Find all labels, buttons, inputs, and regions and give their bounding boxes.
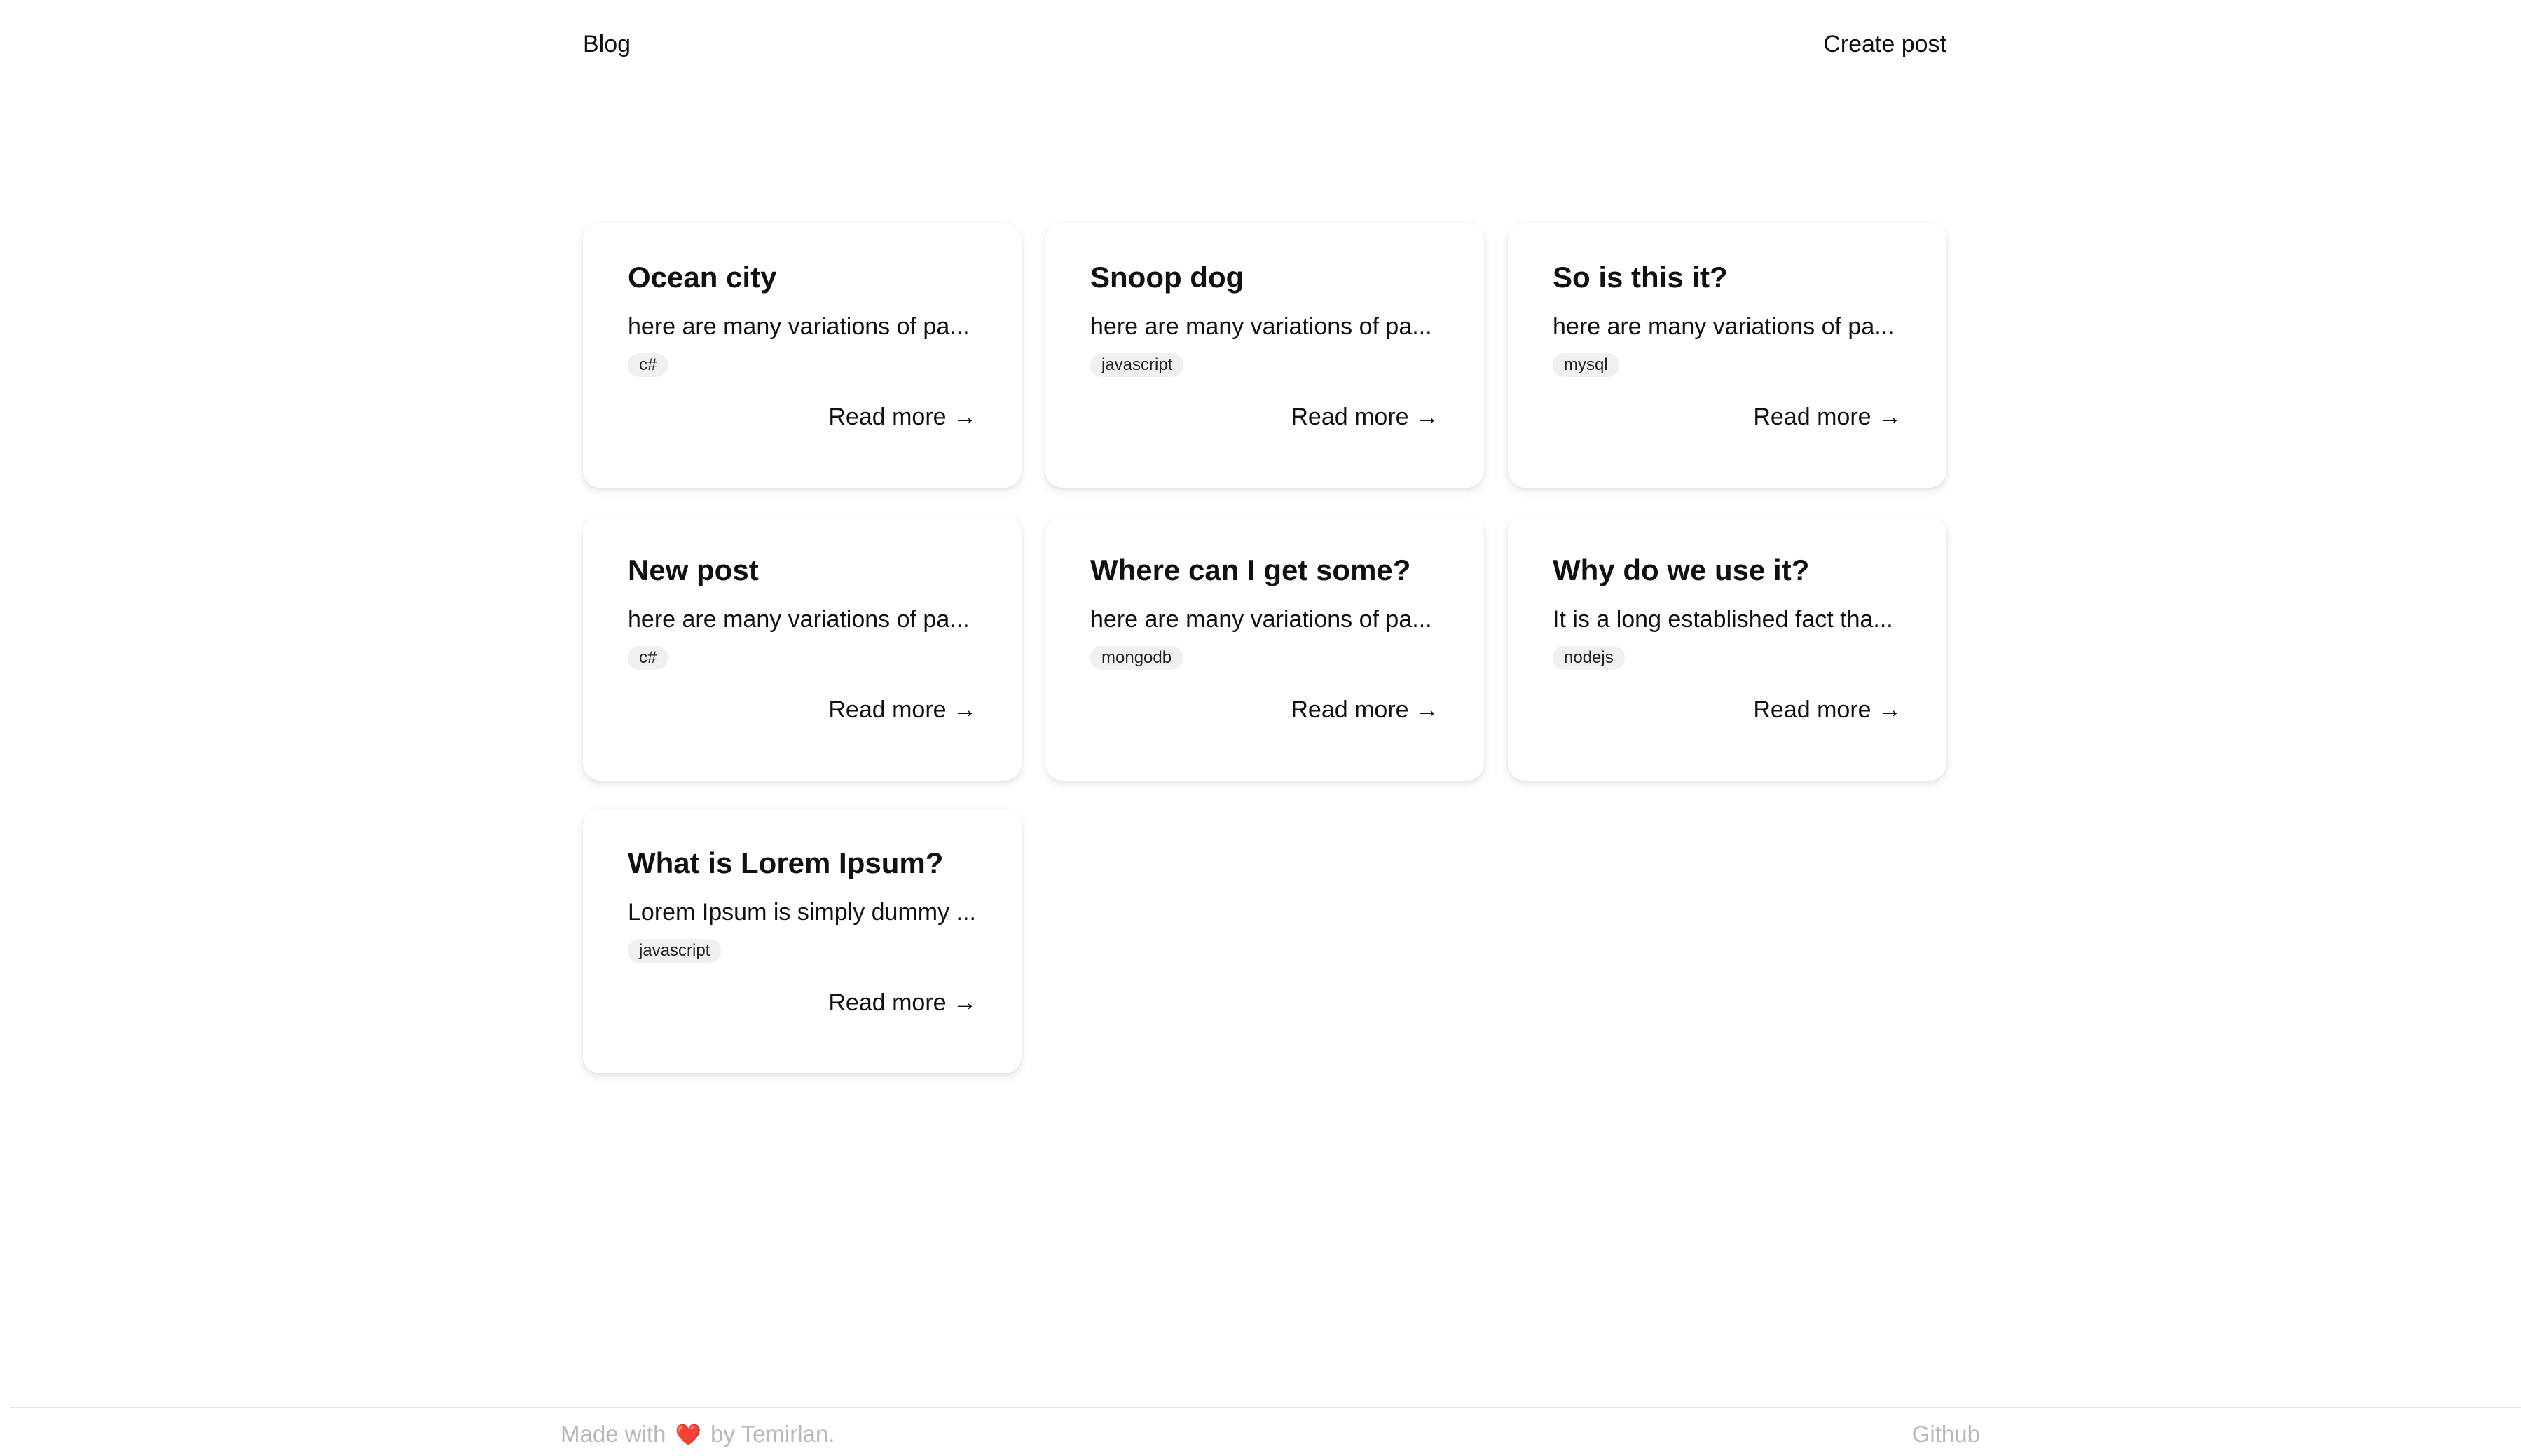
post-card: So is this it? here are many variations …	[1508, 223, 1946, 488]
post-tag: javascript	[628, 939, 722, 963]
post-title: Snoop dog	[1090, 261, 1244, 294]
read-more-link[interactable]: Read more →	[1291, 696, 1439, 724]
footer-content: Made with ❤️ by Temirlan. Github	[561, 1421, 1980, 1448]
post-excerpt: here are many variations of pa...	[1090, 313, 1432, 340]
post-card: Where can I get some? here are many vari…	[1045, 516, 1484, 781]
read-more-link[interactable]: Read more →	[1753, 696, 1902, 724]
post-excerpt: Lorem Ipsum is simply dummy ...	[628, 899, 976, 926]
create-post-link[interactable]: Create post	[1823, 31, 1946, 58]
footer-credit: Made with ❤️ by Temirlan.	[561, 1421, 834, 1448]
post-card: Snoop dog here are many variations of pa…	[1045, 223, 1484, 488]
post-title: What is Lorem Ipsum?	[628, 846, 944, 879]
read-more-link[interactable]: Read more →	[1753, 404, 1902, 431]
top-nav: Blog Create post	[583, 27, 1946, 62]
read-more-link[interactable]: Read more →	[828, 989, 977, 1017]
footer-author: by Temirlan.	[710, 1421, 835, 1447]
post-excerpt: here are many variations of pa...	[1553, 313, 1895, 340]
post-card: New post here are many variations of pa.…	[583, 516, 1022, 781]
footer: Made with ❤️ by Temirlan. Github	[10, 1407, 2521, 1456]
github-link[interactable]: Github	[1912, 1421, 1980, 1448]
read-more-link[interactable]: Read more →	[1291, 404, 1439, 431]
heart-icon: ❤️	[675, 1424, 701, 1447]
read-more-link[interactable]: Read more →	[828, 696, 977, 724]
post-tag: nodejs	[1553, 646, 1625, 670]
post-excerpt: It is a long established fact tha...	[1553, 606, 1893, 633]
post-card: Ocean city here are many variations of p…	[583, 223, 1022, 488]
post-tag: javascript	[1090, 353, 1184, 377]
post-tag: c#	[628, 646, 668, 670]
post-excerpt: here are many variations of pa...	[628, 313, 970, 340]
post-title: Why do we use it?	[1553, 554, 1810, 586]
post-title: So is this it?	[1553, 261, 1728, 294]
post-title: New post	[628, 554, 759, 586]
footer-made-with: Made with	[561, 1421, 666, 1447]
read-more-link[interactable]: Read more →	[828, 404, 977, 431]
post-tag: mysql	[1553, 353, 1619, 377]
posts-grid: Ocean city here are many variations of p…	[583, 223, 1946, 1073]
page: Blog Create post Ocean city here are man…	[0, 0, 2521, 1456]
post-excerpt: here are many variations of pa...	[628, 606, 970, 633]
blog-home-link[interactable]: Blog	[583, 31, 631, 58]
post-excerpt: here are many variations of pa...	[1090, 606, 1432, 633]
post-tag: c#	[628, 353, 668, 377]
post-tag: mongodb	[1090, 646, 1183, 670]
post-title: Where can I get some?	[1090, 554, 1411, 586]
post-card: Why do we use it? It is a long establish…	[1508, 516, 1946, 781]
post-card: What is Lorem Ipsum? Lorem Ipsum is simp…	[583, 809, 1022, 1073]
post-title: Ocean city	[628, 261, 777, 294]
